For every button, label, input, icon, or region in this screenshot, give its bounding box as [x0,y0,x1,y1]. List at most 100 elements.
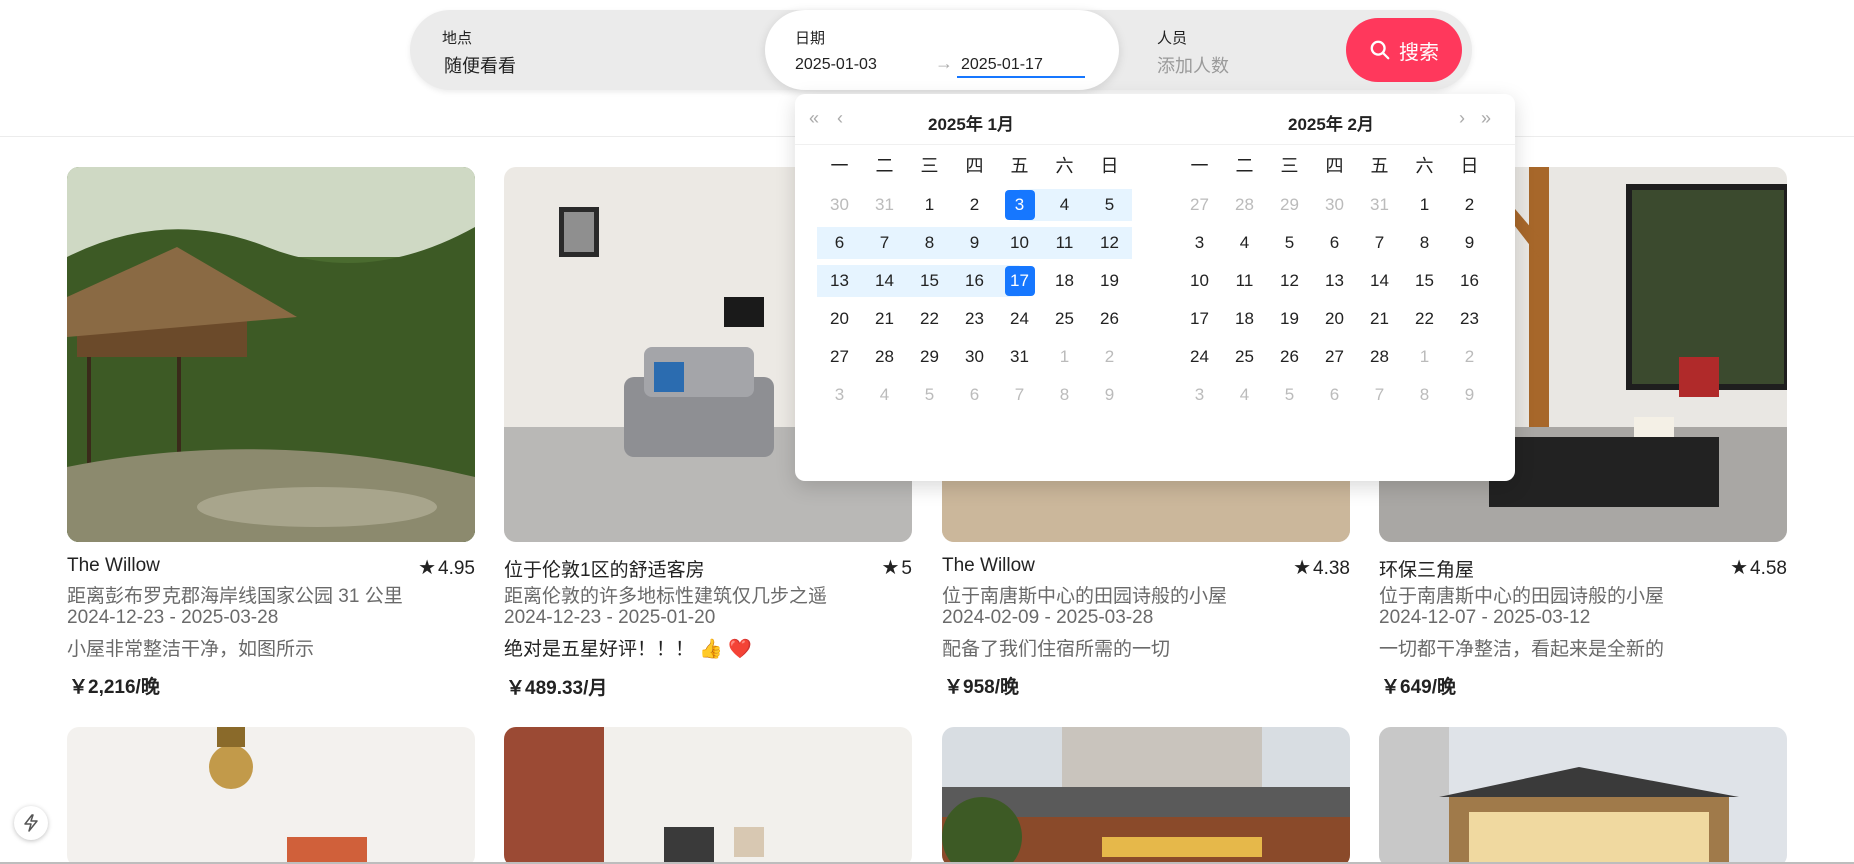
calendar-day[interactable]: 7 [1357,379,1402,411]
calendar-day[interactable]: 3 [1177,379,1222,411]
calendar-day[interactable]: 31 [1357,189,1402,221]
calendar-day[interactable]: 30 [817,189,862,221]
calendar-day[interactable]: 17 [1177,303,1222,335]
calendar-day[interactable]: 22 [1402,303,1447,335]
chevron-left-icon[interactable]: ‹ [837,108,843,129]
double-chevron-left-icon[interactable]: « [809,108,819,129]
listing-photo[interactable] [67,167,475,542]
calendar-day[interactable]: 25 [1042,303,1087,335]
calendar-day[interactable]: 5 [907,379,952,411]
calendar-day[interactable]: 18 [1222,303,1267,335]
calendar-day[interactable]: 1 [907,189,952,221]
calendar-day[interactable]: 3 [1177,227,1222,259]
calendar-day[interactable]: 6 [952,379,997,411]
listing-photo[interactable] [1379,727,1787,864]
calendar-day[interactable]: 8 [1042,379,1087,411]
calendar-day[interactable]: 2 [1447,189,1492,221]
calendar-day[interactable]: 14 [862,265,907,297]
calendar-day[interactable]: 6 [1312,379,1357,411]
lightning-icon[interactable] [14,806,48,840]
calendar-day[interactable]: 5 [1087,189,1132,221]
calendar-day[interactable]: 13 [817,265,862,297]
calendar-day[interactable]: 8 [1402,379,1447,411]
calendar-day[interactable]: 31 [997,341,1042,373]
calendar-day[interactable]: 28 [1357,341,1402,373]
calendar-day[interactable]: 27 [1312,341,1357,373]
calendar-day[interactable]: 9 [1447,379,1492,411]
calendar-day[interactable]: 19 [1087,265,1132,297]
calendar-day[interactable]: 6 [817,227,862,259]
calendar-day[interactable]: 29 [1267,189,1312,221]
calendar-day[interactable]: 30 [952,341,997,373]
calendar-day[interactable]: 29 [907,341,952,373]
calendar-day[interactable]: 22 [907,303,952,335]
calendar-day[interactable]: 2 [952,189,997,221]
calendar-day[interactable]: 18 [1042,265,1087,297]
date-segment[interactable]: 日期 2025-01-03 → 2025-01-17 [765,10,1119,90]
double-chevron-right-icon[interactable]: » [1481,108,1491,129]
calendar-day[interactable]: 25 [1222,341,1267,373]
location-segment[interactable]: 地点 随便看看 [410,10,765,90]
calendar-day[interactable]: 15 [1402,265,1447,297]
month-title-left[interactable]: 2025年 1月 [928,110,1014,135]
calendar-day[interactable]: 30 [1312,189,1357,221]
calendar-day[interactable]: 26 [1267,341,1312,373]
calendar-day[interactable]: 15 [907,265,952,297]
calendar-day[interactable]: 16 [1447,265,1492,297]
calendar-day[interactable]: 20 [1312,303,1357,335]
listing-card[interactable] [1379,727,1787,864]
calendar-day[interactable]: 7 [997,379,1042,411]
guests-input[interactable]: 添加人数 [1157,52,1229,78]
calendar-day[interactable]: 4 [862,379,907,411]
calendar-day[interactable]: 24 [1177,341,1222,373]
calendar-day[interactable]: 28 [1222,189,1267,221]
calendar-day[interactable]: 5 [1267,379,1312,411]
listing-card[interactable] [504,727,912,864]
calendar-day[interactable]: 2 [1447,341,1492,373]
calendar-day[interactable]: 16 [952,265,997,297]
calendar-day[interactable]: 1 [1402,189,1447,221]
calendar-day[interactable]: 7 [1357,227,1402,259]
calendar-day[interactable]: 9 [1087,379,1132,411]
location-value[interactable]: 随便看看 [444,52,516,78]
calendar-day[interactable]: 7 [862,227,907,259]
listing-card[interactable] [942,727,1350,864]
calendar-day[interactable]: 3 [997,189,1042,221]
calendar-day[interactable]: 4 [1222,379,1267,411]
calendar-day[interactable]: 9 [1447,227,1492,259]
listing-photo[interactable] [67,727,475,864]
listing-card[interactable] [67,727,475,864]
calendar-day[interactable]: 14 [1357,265,1402,297]
calendar-day[interactable]: 4 [1042,189,1087,221]
calendar-day[interactable]: 9 [952,227,997,259]
calendar-day[interactable]: 13 [1312,265,1357,297]
calendar-day[interactable]: 21 [862,303,907,335]
calendar-day[interactable]: 10 [997,227,1042,259]
calendar-day[interactable]: 12 [1087,227,1132,259]
calendar-day[interactable]: 26 [1087,303,1132,335]
calendar-day[interactable]: 4 [1222,227,1267,259]
calendar-day[interactable]: 19 [1267,303,1312,335]
calendar-day[interactable]: 27 [1177,189,1222,221]
guests-segment[interactable]: 人员 添加人数 [1119,10,1319,90]
calendar-day[interactable]: 11 [1222,265,1267,297]
calendar-day[interactable]: 23 [1447,303,1492,335]
listing-photo[interactable] [504,727,912,864]
calendar-day[interactable]: 23 [952,303,997,335]
calendar-day[interactable]: 5 [1267,227,1312,259]
calendar-day[interactable]: 8 [907,227,952,259]
month-title-right[interactable]: 2025年 2月 [1288,110,1374,135]
chevron-right-icon[interactable]: › [1459,108,1465,129]
calendar-day[interactable]: 17 [997,265,1042,297]
calendar-day[interactable]: 31 [862,189,907,221]
date-start-input[interactable]: 2025-01-03 [791,52,927,78]
calendar-day[interactable]: 10 [1177,265,1222,297]
calendar-day[interactable]: 6 [1312,227,1357,259]
calendar-day[interactable]: 27 [817,341,862,373]
listing-card[interactable]: The Willow ★ 4.95 距离彭布罗克郡海岸线国家公园 31 公里 20… [67,167,475,698]
calendar-day[interactable]: 28 [862,341,907,373]
listing-photo[interactable] [942,727,1350,864]
calendar-day[interactable]: 8 [1402,227,1447,259]
calendar-day[interactable]: 20 [817,303,862,335]
calendar-day[interactable]: 11 [1042,227,1087,259]
